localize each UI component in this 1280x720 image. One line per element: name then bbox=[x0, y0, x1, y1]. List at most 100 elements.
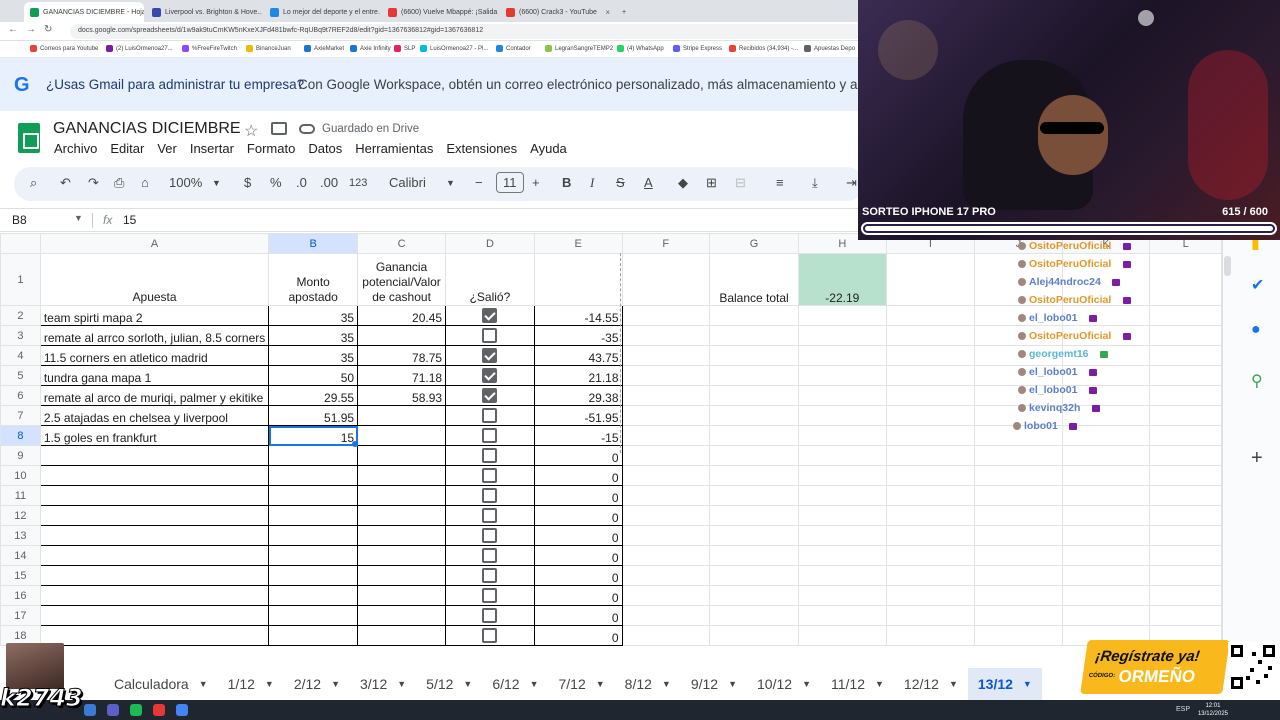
row-header[interactable]: 10 bbox=[0, 465, 41, 486]
cell[interactable] bbox=[974, 605, 1063, 626]
cell[interactable] bbox=[621, 565, 711, 586]
cell-monto[interactable] bbox=[268, 605, 359, 626]
cell-ganancia[interactable] bbox=[357, 605, 447, 626]
cell-resultado[interactable]: -14.55 bbox=[533, 305, 623, 326]
cell[interactable] bbox=[1149, 545, 1222, 566]
tasks-icon[interactable]: ✔ bbox=[1251, 275, 1264, 295]
formula-input[interactable]: 15 bbox=[123, 213, 136, 227]
cell-ganancia[interactable] bbox=[357, 585, 447, 606]
cell[interactable] bbox=[621, 545, 711, 566]
cell[interactable] bbox=[709, 565, 799, 586]
cell-ganancia[interactable] bbox=[357, 405, 447, 426]
cell-apuesta[interactable] bbox=[39, 505, 270, 526]
checkbox[interactable] bbox=[482, 588, 498, 604]
vertical-scrollbar[interactable] bbox=[1224, 256, 1231, 276]
document-title[interactable]: GANANCIAS DICIEMBRE bbox=[53, 120, 241, 138]
row-header[interactable]: 4 bbox=[0, 345, 41, 366]
cell[interactable] bbox=[797, 445, 887, 466]
cell[interactable] bbox=[621, 325, 711, 346]
select-all-corner[interactable] bbox=[0, 233, 41, 254]
cell-apuesta[interactable] bbox=[39, 545, 270, 566]
bookmark-item[interactable]: SLP bbox=[394, 45, 415, 52]
bookmark-item[interactable]: LuisOrmenoa27 - Pl... bbox=[420, 45, 488, 52]
header-salio[interactable]: ¿Salió? bbox=[445, 253, 535, 306]
sheets-logo-icon[interactable] bbox=[18, 123, 40, 153]
italic-icon[interactable]: I bbox=[590, 175, 594, 191]
cell-apuesta[interactable] bbox=[39, 465, 270, 486]
cell[interactable] bbox=[974, 525, 1063, 546]
sheet-tab-chevron-down-icon[interactable]: ▼ bbox=[265, 679, 274, 689]
cell[interactable] bbox=[885, 425, 976, 446]
sheet-tab[interactable]: 9/12 ▼ bbox=[681, 668, 747, 700]
checkbox[interactable] bbox=[482, 628, 498, 644]
bookmark-item[interactable]: Axie Infinity bbox=[350, 45, 391, 52]
cell[interactable] bbox=[1149, 605, 1222, 626]
sheet-tab-chevron-down-icon[interactable]: ▼ bbox=[662, 679, 671, 689]
cell[interactable] bbox=[621, 585, 711, 606]
bold-icon[interactable]: B bbox=[562, 175, 571, 190]
bookmark-item[interactable]: Stripe Express bbox=[673, 45, 722, 52]
cell-apuesta[interactable] bbox=[39, 565, 270, 586]
row-header[interactable]: 8 bbox=[0, 425, 41, 446]
cell-monto[interactable]: 35 bbox=[268, 305, 359, 326]
fill-handle[interactable] bbox=[352, 441, 358, 447]
bookmark-item[interactable]: Contador bbox=[496, 45, 531, 52]
cell[interactable] bbox=[621, 465, 711, 486]
cell[interactable] bbox=[1149, 505, 1222, 526]
cell[interactable] bbox=[797, 525, 887, 546]
font-family-select[interactable]: Calibri bbox=[389, 175, 426, 190]
cell-monto[interactable] bbox=[268, 565, 359, 586]
balance-label[interactable]: Balance total bbox=[709, 253, 799, 306]
cell[interactable] bbox=[621, 253, 711, 306]
horizontal-align-icon[interactable]: ≡ bbox=[776, 175, 784, 190]
checkbox[interactable] bbox=[482, 348, 498, 364]
row-header[interactable]: 5 bbox=[0, 365, 41, 386]
checkbox[interactable] bbox=[482, 548, 498, 564]
checkbox[interactable] bbox=[482, 468, 498, 484]
cell-resultado[interactable]: 43.75 bbox=[533, 345, 623, 366]
cell[interactable] bbox=[885, 525, 976, 546]
cell[interactable] bbox=[1149, 485, 1222, 506]
text-wrap-icon[interactable]: ⇥ bbox=[846, 175, 857, 191]
cell-apuesta[interactable]: 2.5 atajadas en chelsea y liverpool bbox=[39, 405, 270, 426]
bookmark-item[interactable]: Recibidos (34,934) -... bbox=[729, 45, 798, 52]
cell[interactable] bbox=[1061, 565, 1151, 586]
cell[interactable] bbox=[709, 605, 799, 626]
cell[interactable] bbox=[885, 365, 976, 386]
cell-resultado[interactable]: 0 bbox=[533, 525, 623, 546]
checkbox[interactable] bbox=[482, 508, 498, 524]
cell[interactable] bbox=[709, 365, 799, 386]
move-folder-icon[interactable] bbox=[271, 122, 287, 135]
menu-formato[interactable]: Formato bbox=[247, 141, 295, 159]
menu-insertar[interactable]: Insertar bbox=[190, 141, 234, 159]
cell-monto[interactable]: 29.55 bbox=[268, 385, 359, 406]
checkbox[interactable] bbox=[482, 608, 498, 624]
name-box-chevron-down-icon[interactable]: ▼ bbox=[74, 213, 83, 223]
cell[interactable] bbox=[709, 425, 799, 446]
cell-apuesta[interactable]: remate al arrco sorloth, julian, 8.5 cor… bbox=[39, 325, 270, 346]
checkbox[interactable] bbox=[482, 568, 498, 584]
cell[interactable] bbox=[621, 365, 711, 386]
sheet-tab[interactable]: 13/12 ▼ bbox=[967, 668, 1042, 700]
row-header[interactable]: 3 bbox=[0, 325, 41, 346]
sheet-tab-chevron-down-icon[interactable]: ▼ bbox=[875, 679, 884, 689]
cell[interactable] bbox=[885, 625, 976, 646]
browser-tab[interactable]: Liverpool vs. Brighton & Hove...× bbox=[146, 2, 262, 22]
cell[interactable] bbox=[797, 625, 887, 646]
borders-icon[interactable]: ⊞ bbox=[706, 175, 717, 191]
bookmark-item[interactable]: (2) LuisOrmenoa27... bbox=[106, 45, 173, 52]
menu-ver[interactable]: Ver bbox=[157, 141, 177, 159]
row-header[interactable]: 13 bbox=[0, 525, 41, 546]
cell[interactable] bbox=[621, 525, 711, 546]
cell[interactable] bbox=[621, 405, 711, 426]
cell-resultado[interactable]: 0 bbox=[533, 565, 623, 586]
cell[interactable] bbox=[709, 385, 799, 406]
cell[interactable] bbox=[1149, 525, 1222, 546]
sheet-tab[interactable]: 8/12 ▼ bbox=[615, 668, 681, 700]
cell[interactable] bbox=[885, 405, 976, 426]
fill-color-icon[interactable]: ◆ bbox=[678, 175, 688, 191]
cell[interactable] bbox=[1061, 485, 1151, 506]
cell-ganancia[interactable] bbox=[357, 445, 447, 466]
cell-monto[interactable]: 50 bbox=[268, 365, 359, 386]
decrease-decimals-button[interactable]: .0 bbox=[296, 175, 307, 190]
